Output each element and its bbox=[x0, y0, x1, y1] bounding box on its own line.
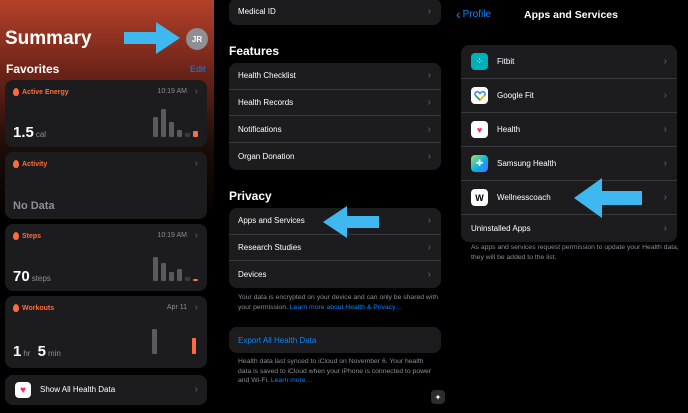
flame-icon bbox=[13, 304, 19, 312]
features-heading: Features bbox=[229, 44, 280, 58]
fitbit-icon: ⁘ bbox=[471, 53, 488, 70]
active-energy-card[interactable]: Active Energy 10:19 AM › 1.5 cal bbox=[5, 80, 207, 147]
apps-note: As apps and services request permission … bbox=[471, 244, 679, 261]
chevron-right-icon: › bbox=[427, 269, 431, 281]
edit-favorites-button[interactable]: Edit bbox=[190, 64, 206, 74]
notifications-row[interactable]: Notifications › bbox=[229, 116, 441, 144]
nav-title: Apps and Services bbox=[524, 9, 618, 21]
export-all-health-data-button[interactable]: Export All Health Data bbox=[229, 327, 441, 353]
chevron-right-icon: › bbox=[427, 215, 431, 227]
medical-id-row[interactable]: Medical ID › bbox=[229, 0, 441, 25]
chevron-right-icon: › bbox=[427, 242, 431, 254]
arrow-pointer-icon bbox=[323, 206, 379, 238]
chart-bar bbox=[169, 272, 174, 281]
no-data-label: No Data bbox=[13, 200, 55, 212]
features-group: Health Checklist › Health Records › Noti… bbox=[229, 63, 441, 170]
privacy-note: Your data is encrypted on your device an… bbox=[238, 294, 439, 311]
chevron-right-icon: › bbox=[194, 158, 198, 169]
chevron-right-icon: › bbox=[194, 302, 198, 313]
chevron-right-icon: › bbox=[663, 223, 667, 234]
show-all-health-data-button[interactable]: ♥ Show All Health Data › bbox=[5, 375, 207, 405]
sync-note: Health data last synced to iCloud on Nov… bbox=[238, 358, 432, 384]
page-title: Summary bbox=[5, 28, 92, 49]
flame-icon bbox=[13, 160, 19, 168]
card-value: 1 hr 5 min bbox=[13, 343, 61, 360]
apps-services-panel: ‹ Profile Apps and Services ⁘ Fitbit › G… bbox=[452, 0, 688, 413]
settings-panel: Medical ID › Features Health Checklist ›… bbox=[216, 0, 450, 413]
flame-icon bbox=[13, 88, 19, 96]
card-title: Active Energy bbox=[22, 88, 69, 96]
card-title: Steps bbox=[22, 232, 42, 240]
app-row-wellnesscoach[interactable]: W Wellnesscoach › bbox=[461, 181, 677, 215]
chevron-right-icon: › bbox=[194, 230, 198, 241]
chart-bar bbox=[185, 277, 190, 281]
privacy-learn-more-link[interactable]: Learn more about Health & Privacy… bbox=[290, 304, 403, 311]
arrow-pointer-icon bbox=[124, 22, 180, 54]
chart-bar bbox=[193, 279, 198, 281]
samsung-health-icon: ✚ bbox=[471, 155, 488, 172]
chevron-right-icon: › bbox=[663, 124, 667, 135]
show-all-label: Show All Health Data bbox=[40, 385, 116, 394]
magic-wand-icon[interactable]: ✦ bbox=[431, 390, 445, 404]
privacy-heading: Privacy bbox=[229, 189, 272, 203]
card-value: 1.5 cal bbox=[13, 124, 47, 141]
card-value: 70 steps bbox=[13, 268, 51, 285]
chart-bar bbox=[153, 257, 158, 281]
app-row-samsung-health[interactable]: ✚ Samsung Health › bbox=[461, 147, 677, 181]
profile-avatar[interactable]: JR bbox=[186, 28, 208, 50]
chart-bar bbox=[177, 130, 182, 137]
flame-icon bbox=[13, 232, 19, 240]
mini-bar-chart bbox=[153, 109, 198, 137]
medical-id-group: Medical ID › bbox=[229, 0, 441, 25]
chart-bar bbox=[161, 109, 166, 137]
chevron-right-icon: › bbox=[427, 5, 431, 17]
chevron-right-icon: › bbox=[194, 384, 198, 395]
arrow-pointer-icon bbox=[574, 178, 642, 218]
chevron-right-icon: › bbox=[427, 70, 431, 82]
card-time: Apr 11 bbox=[166, 304, 187, 311]
card-time: 10:19 AM bbox=[157, 232, 187, 239]
google-fit-icon bbox=[471, 87, 488, 104]
uninstalled-apps-row[interactable]: Uninstalled Apps › bbox=[461, 215, 677, 242]
health-checklist-row[interactable]: Health Checklist › bbox=[229, 63, 441, 90]
card-title: Workouts bbox=[22, 304, 55, 312]
chevron-right-icon: › bbox=[427, 150, 431, 162]
chevron-right-icon: › bbox=[663, 192, 667, 203]
workouts-card[interactable]: Workouts Apr 11 › 1 hr 5 min bbox=[5, 296, 207, 368]
health-records-row[interactable]: Health Records › bbox=[229, 90, 441, 117]
card-title: Activity bbox=[22, 160, 48, 168]
wellnesscoach-icon: W bbox=[471, 189, 488, 206]
heart-icon: ♥ bbox=[15, 382, 31, 398]
chevron-right-icon: › bbox=[663, 90, 667, 101]
card-time: 10:19 AM bbox=[157, 88, 187, 95]
devices-row[interactable]: Devices › bbox=[229, 261, 441, 288]
chart-bar bbox=[193, 131, 198, 137]
summary-panel: Summary JR Favorites Edit Active Energy … bbox=[0, 0, 214, 413]
back-button[interactable]: ‹ Profile bbox=[456, 6, 491, 22]
app-row-fitbit[interactable]: ⁘ Fitbit › bbox=[461, 45, 677, 79]
chevron-right-icon: › bbox=[427, 97, 431, 109]
app-row-google-fit[interactable]: Google Fit › bbox=[461, 79, 677, 113]
steps-card[interactable]: Steps 10:19 AM › 70 steps bbox=[5, 224, 207, 291]
chevron-left-icon: ‹ bbox=[456, 6, 461, 22]
sync-learn-more-link[interactable]: Learn more… bbox=[271, 377, 313, 384]
chevron-right-icon: › bbox=[427, 123, 431, 135]
health-icon: ♥ bbox=[471, 121, 488, 138]
chart-bar bbox=[152, 329, 157, 354]
favorites-heading: Favorites bbox=[6, 62, 60, 76]
chart-bar bbox=[153, 117, 158, 137]
chart-bar bbox=[177, 269, 182, 281]
chevron-right-icon: › bbox=[194, 86, 198, 97]
organ-donation-row[interactable]: Organ Donation › bbox=[229, 143, 441, 170]
apps-list: ⁘ Fitbit › Google Fit › ♥ Health › ✚ Sam… bbox=[461, 45, 677, 242]
activity-card[interactable]: Activity › No Data bbox=[5, 152, 207, 219]
chart-bar bbox=[169, 122, 174, 137]
chart-bar bbox=[161, 263, 166, 281]
app-row-health[interactable]: ♥ Health › bbox=[461, 113, 677, 147]
chart-bar bbox=[185, 133, 190, 137]
chevron-right-icon: › bbox=[663, 158, 667, 169]
chart-bar bbox=[192, 338, 196, 354]
mini-bar-chart bbox=[153, 257, 198, 281]
chevron-right-icon: › bbox=[663, 56, 667, 67]
